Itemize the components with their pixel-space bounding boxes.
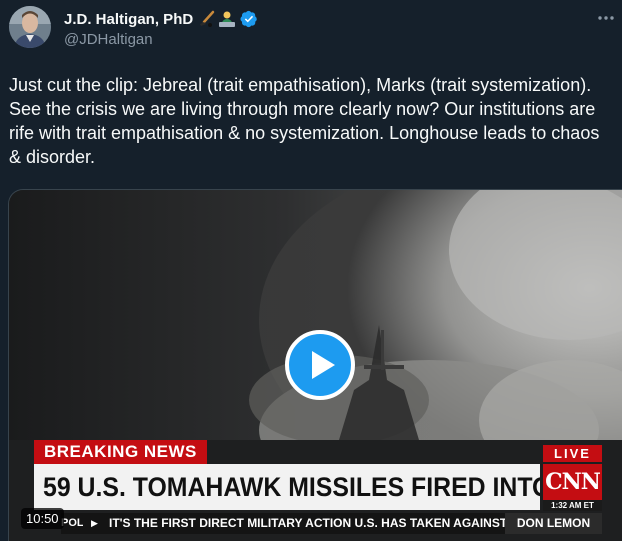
play-button[interactable] <box>285 330 355 400</box>
anchor-name: DON LEMON <box>505 513 602 534</box>
headline-text: 59 U.S. TOMAHAWK MISSILES FIRED INTO SYR… <box>43 472 540 502</box>
hockey-stick-emoji <box>200 10 215 27</box>
avatar[interactable] <box>9 6 51 48</box>
more-options-button[interactable] <box>596 8 616 28</box>
video-duration: 10:50 <box>21 508 64 529</box>
ellipsis-icon <box>598 16 614 20</box>
news-ticker: ▶ IT'S THE FIRST DIRECT MILITARY ACTION … <box>83 513 505 534</box>
breaking-news-banner: BREAKING NEWS <box>34 440 207 464</box>
ticker-prefix: POLS" <box>61 513 83 534</box>
tweet-card[interactable]: J.D. Haltigan, PhD @JDHaltigan Just cut … <box>0 0 622 541</box>
video-player[interactable]: BREAKING NEWS 59 U.S. TOMAHAWK MISSILES … <box>8 189 622 541</box>
cnn-logo: CNN <box>543 464 602 500</box>
author-handle[interactable]: @JDHaltigan <box>64 31 153 48</box>
avatar-photo <box>9 6 51 48</box>
headline-banner: 59 U.S. TOMAHAWK MISSILES FIRED INTO SYR… <box>34 464 540 510</box>
author-row: J.D. Haltigan, PhD <box>64 9 258 29</box>
ticker-text: IT'S THE FIRST DIRECT MILITARY ACTION U.… <box>109 516 505 530</box>
broadcast-time: 1:32 AM ET <box>543 500 602 511</box>
play-icon <box>312 351 335 379</box>
tweet-text: Just cut the clip: Jebreal (trait empath… <box>9 75 600 167</box>
author-display-name[interactable]: J.D. Haltigan, PhD <box>64 11 193 28</box>
live-badge: LIVE <box>543 445 602 462</box>
ticker-arrow-icon: ▶ <box>91 518 98 528</box>
person-with-laptop-emoji <box>219 11 236 27</box>
verified-badge-icon[interactable] <box>240 10 258 28</box>
author-emojis <box>198 10 237 28</box>
